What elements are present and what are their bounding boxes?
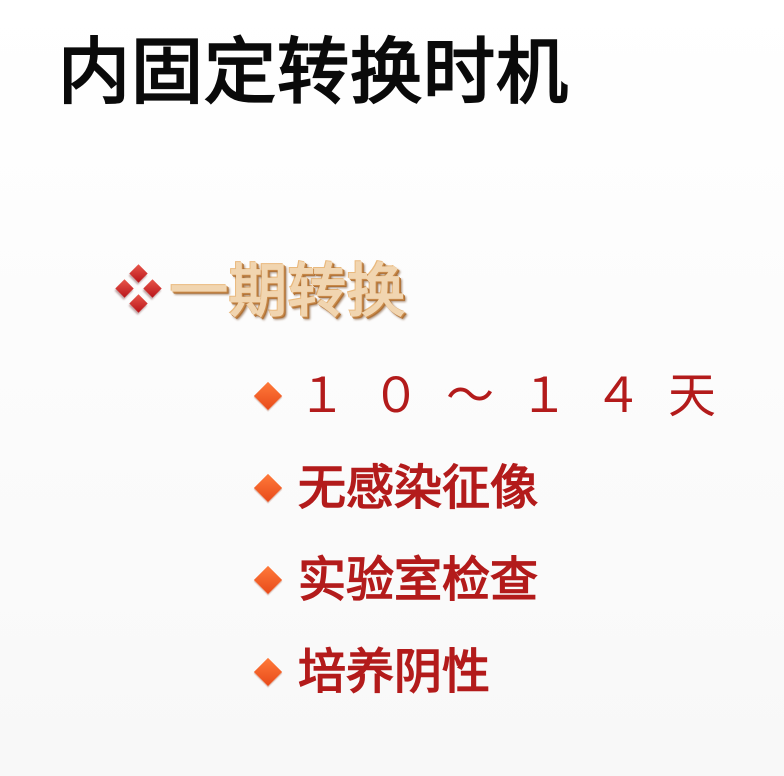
- level1-bullet-row: 一期转换: [110, 246, 406, 336]
- diamond-bullet-icon: [253, 565, 283, 595]
- list-item-text: 实验室检查: [298, 552, 539, 608]
- diamond-bullet-icon: [253, 657, 283, 687]
- diamond-bullet-icon: [253, 473, 283, 503]
- slide: 内固定转换时机 一期转换 １０～１４天 无感染征像 实验室检查 培养阴性: [0, 0, 784, 776]
- list-item-text: １０～１４天: [298, 368, 743, 424]
- list-item: 培养阴性: [252, 626, 742, 718]
- list-item: １０～１４天: [252, 350, 742, 442]
- diamond-cluster-icon: [110, 263, 166, 319]
- bullet-list: １０～１４天 无感染征像 实验室检查 培养阴性: [252, 350, 742, 718]
- list-item: 实验室检查: [252, 534, 742, 626]
- list-item: 无感染征像: [252, 442, 742, 534]
- diamond-bullet-icon: [253, 381, 283, 411]
- section-heading: 一期转换: [170, 257, 407, 325]
- list-item-text: 无感染征像: [298, 460, 539, 516]
- list-item-text: 培养阴性: [298, 644, 491, 700]
- slide-title: 内固定转换时机: [58, 30, 570, 114]
